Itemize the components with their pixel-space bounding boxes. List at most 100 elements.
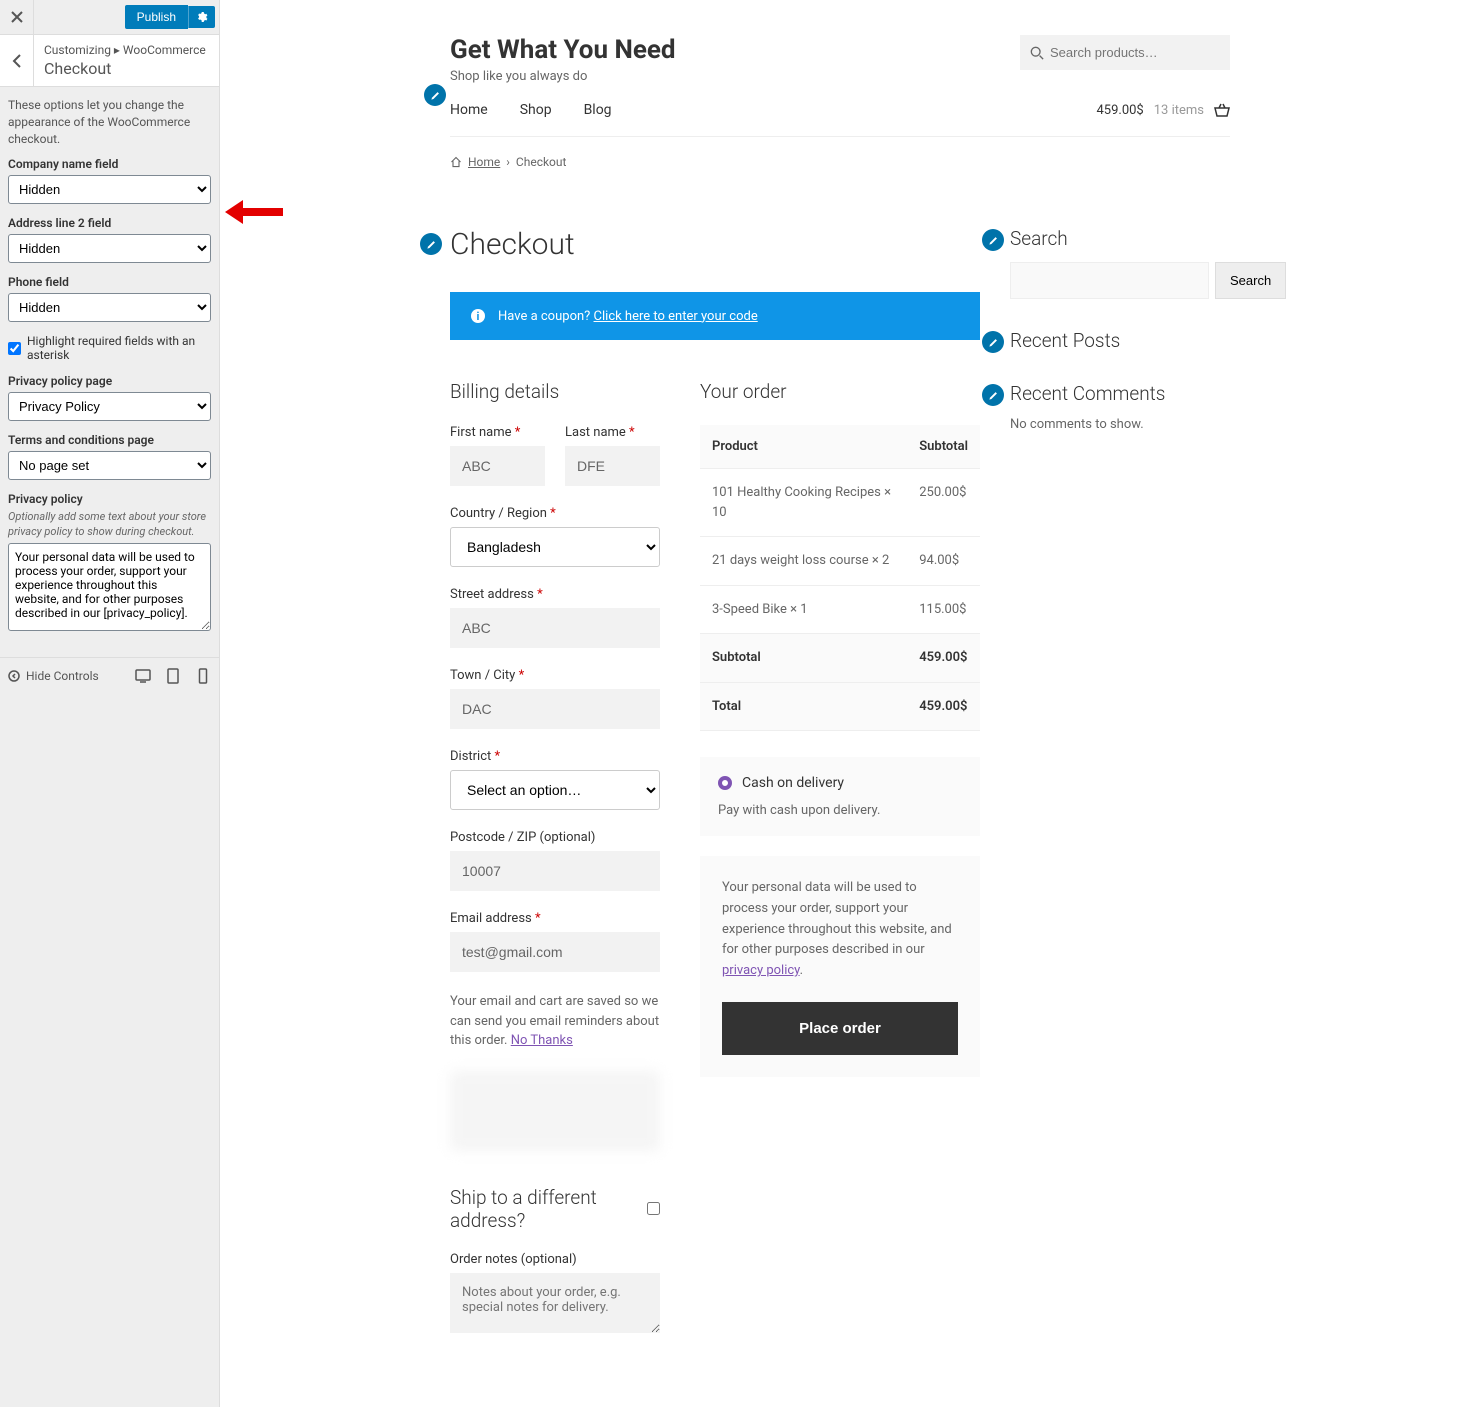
recent-posts-heading: Recent Posts	[1010, 329, 1230, 352]
desktop-icon[interactable]	[135, 668, 151, 684]
publish-wrap: Publish	[125, 5, 219, 29]
country-select[interactable]: Bangladesh	[450, 527, 660, 567]
sidebar-footer: Hide Controls	[0, 657, 219, 694]
order-row: 3-Speed Bike × 1115.00$	[700, 585, 980, 634]
phone-field-group: Phone field Hidden	[0, 275, 219, 334]
terms-page-group: Terms and conditions page No page set	[0, 433, 219, 492]
address2-field-label: Address line 2 field	[8, 216, 211, 230]
breadcrumbs: Home › Checkout	[450, 137, 1230, 187]
country-label: Country / Region *	[450, 506, 660, 521]
postcode-input[interactable]	[450, 851, 660, 891]
street-input[interactable]	[450, 608, 660, 648]
search-widget-button[interactable]: Search	[1215, 262, 1286, 299]
privacy-page-label: Privacy policy page	[8, 374, 211, 388]
breadcrumb-home-link[interactable]: Home	[468, 155, 500, 169]
breadcrumb-path: Customizing ▸ WooCommerce	[44, 43, 206, 57]
district-label: District *	[450, 749, 660, 764]
no-thanks-link[interactable]: No Thanks	[511, 1033, 573, 1048]
nav-item-home[interactable]: Home	[450, 102, 488, 118]
order-notes-label: Order notes (optional)	[450, 1252, 660, 1267]
pencil-icon	[426, 239, 437, 250]
breadcrumb-title: Checkout	[44, 59, 206, 78]
postcode-label: Postcode / ZIP (optional)	[450, 830, 660, 845]
info-icon: i	[470, 308, 486, 324]
company-field-select[interactable]: Hidden	[8, 175, 211, 204]
edit-shortcut-nav[interactable]	[424, 84, 446, 106]
order-subtotal-row: Subtotal459.00$	[700, 634, 980, 683]
recent-comments-heading: Recent Comments	[1010, 382, 1230, 405]
edit-shortcut-search-widget[interactable]	[982, 229, 1004, 251]
cart-price: 459.00$	[1096, 103, 1143, 118]
product-search-input[interactable]	[1020, 35, 1230, 70]
privacy-policy-link[interactable]: privacy policy	[722, 963, 800, 978]
billing-heading: Billing details	[450, 380, 660, 403]
place-order-button[interactable]: Place order	[722, 1002, 958, 1055]
breadcrumb: Customizing ▸ WooCommerce Checkout	[34, 35, 216, 86]
gear-icon	[196, 11, 208, 23]
highlight-checkbox[interactable]	[8, 342, 21, 355]
payment-description: Pay with cash upon delivery.	[718, 803, 962, 818]
collapse-icon	[8, 670, 20, 682]
last-name-input[interactable]	[565, 446, 660, 486]
privacy-page-select[interactable]: Privacy Policy	[8, 392, 211, 421]
coupon-link[interactable]: Click here to enter your code	[594, 309, 758, 324]
payment-option-cod[interactable]: Cash on delivery	[718, 775, 962, 791]
search-icon	[1030, 46, 1044, 60]
edit-shortcut-recent-comments[interactable]	[982, 384, 1004, 406]
terms-page-select[interactable]: No page set	[8, 451, 211, 480]
town-input[interactable]	[450, 689, 660, 729]
coupon-text: Have a coupon?	[498, 309, 594, 324]
page-title: Checkout	[450, 227, 980, 262]
order-row: 101 Healthy Cooking Recipes × 10250.00$	[700, 469, 980, 537]
nav-item-blog[interactable]: Blog	[584, 102, 612, 118]
order-column: Your order Product Subtotal 101 Healthy …	[700, 380, 980, 1337]
cart-info[interactable]: 459.00$ 13 items	[1096, 103, 1230, 118]
email-input[interactable]	[450, 932, 660, 972]
email-note: Your email and cart are saved so we can …	[450, 992, 660, 1051]
main-content: Checkout i Have a coupon? Click here to …	[450, 187, 1230, 1337]
svg-text:i: i	[477, 310, 480, 323]
mobile-icon[interactable]	[195, 668, 211, 684]
district-select[interactable]: Select an option…	[450, 770, 660, 810]
annotation-arrow	[225, 192, 285, 232]
blurred-captcha	[450, 1071, 660, 1151]
publish-settings-button[interactable]	[188, 6, 215, 28]
back-button[interactable]	[0, 35, 34, 86]
customizer-sidebar: Publish Customizing ▸ WooCommerce Checko…	[0, 0, 220, 1407]
order-row: 21 days weight loss course × 294.00$	[700, 537, 980, 586]
recent-comments-widget: Recent Comments No comments to show.	[1010, 382, 1230, 432]
phone-field-select[interactable]: Hidden	[8, 293, 211, 322]
edit-shortcut-recent-posts[interactable]	[982, 331, 1004, 353]
site-tagline: Shop like you always do	[450, 69, 676, 84]
cart-items-count: 13 items	[1154, 103, 1204, 118]
device-icons	[135, 668, 211, 684]
search-widget-input[interactable]	[1010, 262, 1209, 299]
order-notes-textarea[interactable]	[450, 1273, 660, 1333]
highlight-checkbox-wrap: Highlight required fields with an asteri…	[0, 334, 219, 374]
sidebar-header: Customizing ▸ WooCommerce Checkout	[0, 35, 219, 87]
publish-button[interactable]: Publish	[125, 5, 188, 29]
tablet-icon[interactable]	[165, 668, 181, 684]
privacy-text-note: Optionally add some text about your stor…	[8, 510, 211, 539]
pencil-icon	[988, 390, 999, 401]
sidebar-description: These options let you change the appeara…	[0, 87, 219, 157]
hide-controls-button[interactable]: Hide Controls	[8, 669, 99, 683]
ship-different-checkbox[interactable]	[647, 1202, 660, 1215]
terms-page-label: Terms and conditions page	[8, 433, 211, 447]
close-button[interactable]	[0, 0, 34, 34]
nav-item-shop[interactable]: Shop	[520, 102, 552, 118]
no-comments-text: No comments to show.	[1010, 417, 1230, 432]
hide-controls-label: Hide Controls	[26, 669, 99, 683]
company-field-label: Company name field	[8, 157, 211, 171]
home-icon	[450, 156, 462, 168]
payment-box: Cash on delivery Pay with cash upon deli…	[700, 757, 980, 836]
breadcrumb-separator: ›	[506, 155, 510, 169]
address2-field-select[interactable]: Hidden	[8, 234, 211, 263]
first-name-input[interactable]	[450, 446, 545, 486]
address2-field-group: Address line 2 field Hidden	[0, 216, 219, 275]
search-widget-heading: Search	[1010, 227, 1230, 250]
edit-shortcut-page[interactable]	[420, 233, 442, 255]
product-search-box	[1020, 35, 1230, 70]
privacy-textarea[interactable]: Your personal data will be used to proce…	[8, 543, 211, 631]
ship-heading: Ship to a different address?	[450, 1186, 647, 1232]
